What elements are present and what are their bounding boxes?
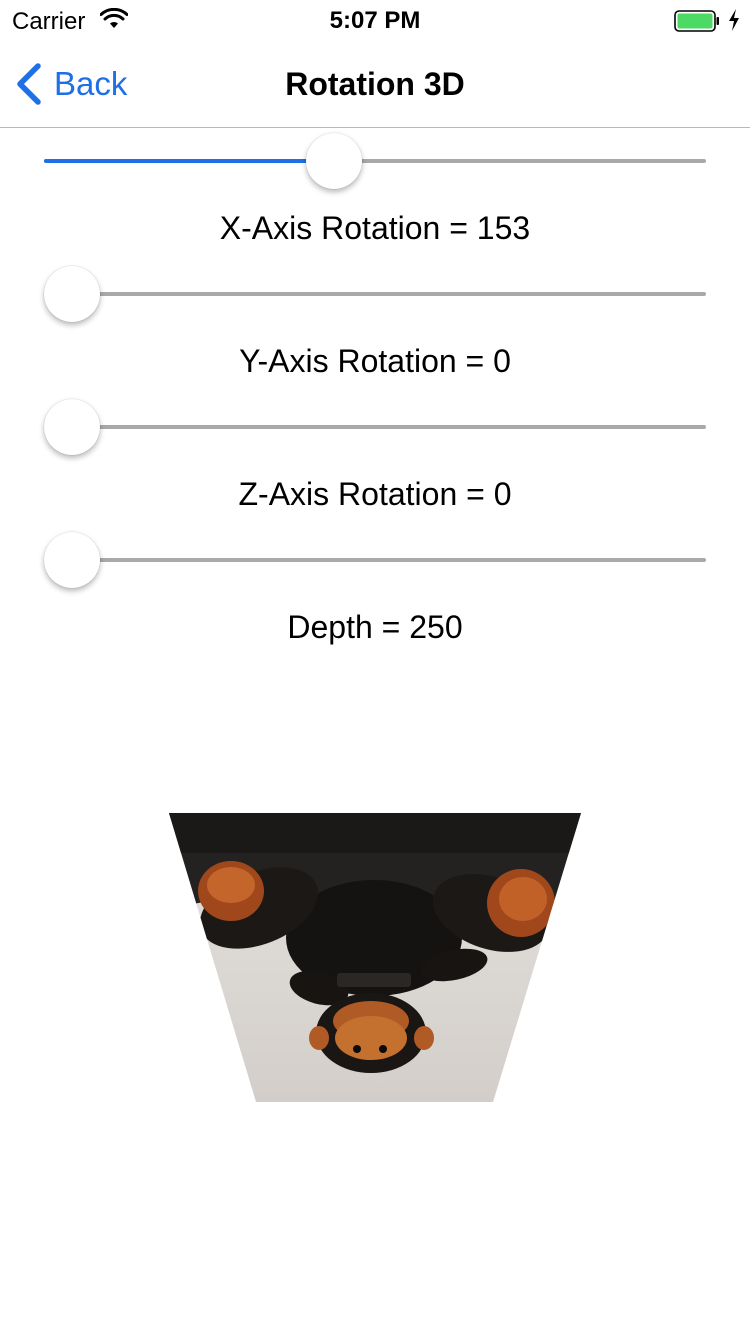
page-title: Rotation 3D — [285, 66, 465, 102]
y-axis-rotation-label: Y-Axis Rotation = 0 — [239, 343, 511, 379]
z-axis-rotation-label: Z-Axis Rotation = 0 — [238, 476, 512, 512]
navigation-bar: Back Rotation 3D — [0, 40, 750, 128]
slider-thumb[interactable] — [44, 532, 100, 588]
z-axis-rotation-slider[interactable] — [44, 397, 706, 457]
rotated-monkey-image — [169, 813, 581, 1102]
depth-slider[interactable] — [44, 530, 706, 590]
slider-thumb[interactable] — [44, 266, 100, 322]
y-axis-rotation-slider[interactable] — [44, 264, 706, 324]
slider-track — [44, 558, 706, 562]
slider-track — [44, 425, 706, 429]
x-axis-rotation-slider[interactable] — [44, 131, 706, 191]
battery-icon — [674, 10, 719, 32]
x-axis-rotation-label: X-Axis Rotation = 153 — [219, 210, 531, 246]
slider-thumb[interactable] — [305, 133, 362, 189]
slider-track — [44, 292, 706, 296]
slider-fill — [44, 159, 334, 163]
charging-bolt-icon — [729, 9, 739, 31]
clock: 5:07 PM — [329, 7, 421, 34]
depth-label: Depth = 250 — [287, 609, 463, 645]
status-bar: Carrier 5:07 PM — [0, 0, 750, 40]
slider-thumb[interactable] — [44, 399, 100, 455]
